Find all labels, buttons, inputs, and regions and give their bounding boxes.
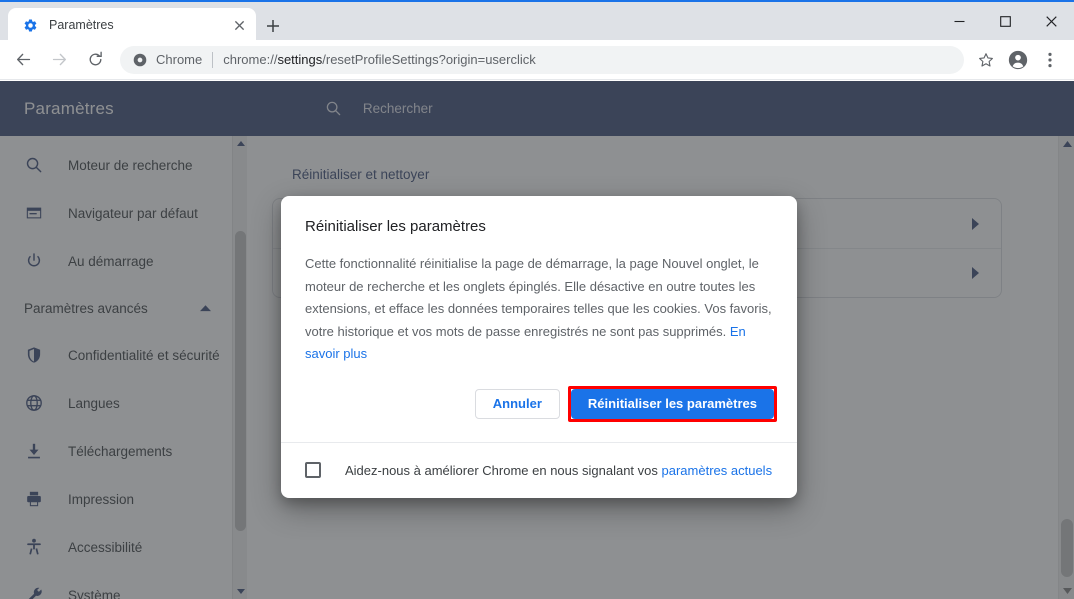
dialog-footer: Aidez-nous à améliorer Chrome en nous si… (281, 441, 797, 498)
address-bar[interactable]: Chrome chrome://settings/resetProfileSet… (120, 45, 964, 74)
browser-toolbar: Chrome chrome://settings/resetProfileSet… (0, 40, 1074, 80)
omnibox-separator (212, 51, 214, 68)
back-button[interactable] (8, 45, 38, 75)
browser-window: Paramètres Chrome chrome://settings/rese… (0, 0, 1074, 599)
window-controls (936, 2, 1074, 40)
back-arrow-icon (15, 51, 32, 68)
cancel-button[interactable]: Annuler (474, 388, 560, 419)
tab-strip: Paramètres (0, 0, 1074, 42)
bookmark-button[interactable] (972, 46, 1000, 74)
close-icon (1045, 15, 1057, 27)
minimize-button[interactable] (936, 2, 982, 40)
forward-arrow-icon (51, 51, 68, 68)
maximize-button[interactable] (982, 2, 1028, 40)
minimize-icon (954, 16, 965, 27)
url-path: /resetProfileSettings?origin=userclick (322, 52, 536, 67)
maximize-icon (999, 15, 1011, 27)
profile-button[interactable] (1004, 46, 1032, 74)
browser-tab[interactable]: Paramètres (8, 8, 256, 42)
report-settings-checkbox[interactable] (305, 462, 321, 478)
account-avatar-icon (1008, 50, 1028, 70)
omnibox-scope-label: Chrome (156, 52, 203, 67)
omnibox-url: chrome://settings/resetProfileSettings?o… (223, 52, 536, 67)
reset-settings-confirm-button[interactable]: Réinitialiser les paramètres (570, 388, 774, 419)
browser-menu-button[interactable] (1036, 46, 1064, 74)
forward-button[interactable] (44, 45, 74, 75)
reload-button[interactable] (80, 45, 110, 75)
close-button[interactable] (1028, 2, 1074, 40)
checkbox-label-text: Aidez-nous à améliorer Chrome en nous si… (345, 462, 662, 478)
reload-icon (87, 51, 104, 68)
dialog-description: Cette fonctionnalité réinitialise la pag… (305, 253, 773, 366)
dialog-actions: Annuler Réinitialiser les paramètres (281, 366, 797, 442)
chrome-logo-icon (132, 52, 148, 68)
current-settings-link[interactable]: paramètres actuels (662, 463, 773, 478)
confirm-button-highlight: Réinitialiser les paramètres (567, 385, 777, 422)
checkbox-label: Aidez-nous à améliorer Chrome en nous si… (345, 463, 772, 478)
url-host: settings (277, 52, 323, 67)
dialog-title: Réinitialiser les paramètres (305, 218, 486, 235)
new-tab-button[interactable] (260, 13, 286, 39)
dialog-body: Réinitialiser les paramètres Cette fonct… (281, 196, 797, 366)
dialog-description-text: Cette fonctionnalité réinitialise la pag… (305, 256, 772, 339)
settings-gear-icon (22, 17, 38, 33)
tab-close-icon[interactable] (230, 16, 248, 34)
three-dot-menu-icon (1048, 52, 1052, 68)
tab-title: Paramètres (49, 18, 114, 32)
url-prefix: chrome:// (223, 52, 278, 67)
star-icon (978, 52, 994, 68)
reset-settings-dialog: Réinitialiser les paramètres Cette fonct… (281, 196, 797, 498)
plus-icon (266, 19, 280, 33)
